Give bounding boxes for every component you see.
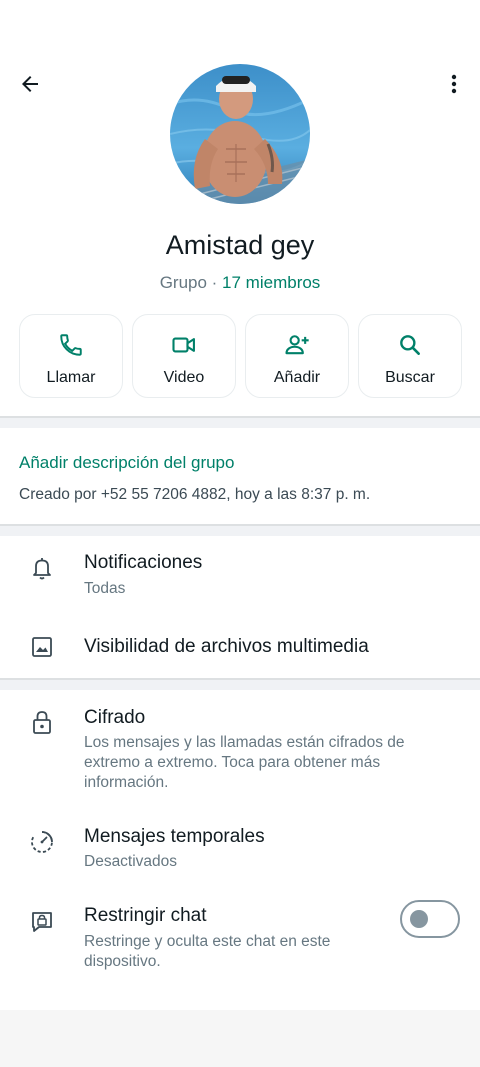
notifications-row[interactable]: Notificaciones Todas bbox=[0, 536, 480, 612]
group-avatar[interactable] bbox=[170, 64, 310, 204]
system-navigation-area bbox=[0, 1010, 480, 1067]
section-divider bbox=[0, 416, 480, 428]
more-options-button[interactable] bbox=[436, 66, 472, 102]
search-button[interactable]: Buscar bbox=[358, 314, 462, 398]
search-button-label: Buscar bbox=[385, 369, 435, 386]
group-type: Grupo bbox=[159, 273, 207, 292]
video-button-label: Video bbox=[163, 369, 205, 386]
group-photo bbox=[170, 64, 310, 204]
disappearing-messages-value: Desactivados bbox=[84, 853, 178, 870]
image-icon bbox=[32, 637, 52, 657]
restrict-chat-row[interactable]: Restringir chat Restringe y oculta este … bbox=[0, 886, 480, 986]
restrict-chat-description: Restringe y oculta este chat en este dis… bbox=[84, 933, 331, 970]
chat-lock-icon bbox=[32, 912, 52, 932]
phone-icon bbox=[60, 334, 82, 356]
group-subtitle: Grupo · 17 miembros bbox=[0, 273, 480, 293]
members-count-link[interactable]: 17 miembros bbox=[222, 273, 320, 292]
lock-icon bbox=[33, 711, 51, 734]
add-member-button-label: Añadir bbox=[273, 369, 321, 386]
notifications-value: Todas bbox=[84, 580, 126, 597]
arrow-left-icon bbox=[22, 76, 38, 92]
description-section: Añadir descripción del grupo Creado por … bbox=[0, 428, 480, 524]
action-buttons-row: Llamar Video Añadir Buscar bbox=[19, 314, 462, 398]
add-description-link[interactable]: Añadir descripción del grupo bbox=[19, 453, 234, 473]
disappearing-messages-title: Mensajes temporales bbox=[84, 826, 265, 847]
back-button[interactable] bbox=[12, 66, 48, 102]
media-visibility-row[interactable]: Visibilidad de archivos multimedia bbox=[0, 614, 480, 678]
disappearing-messages-row[interactable]: Mensajes temporales Desactivados bbox=[0, 810, 480, 882]
search-icon bbox=[400, 335, 420, 355]
encryption-description: Los mensajes y las llamadas están cifrad… bbox=[84, 734, 405, 791]
add-member-button[interactable]: Añadir bbox=[245, 314, 349, 398]
call-button-label: Llamar bbox=[46, 369, 96, 386]
notifications-title: Notificaciones bbox=[84, 552, 203, 573]
video-button[interactable]: Video bbox=[132, 314, 236, 398]
section-divider bbox=[0, 524, 480, 536]
restrict-chat-toggle[interactable] bbox=[400, 900, 460, 938]
toggle-knob bbox=[410, 910, 428, 928]
timer-icon bbox=[31, 831, 53, 853]
video-icon bbox=[172, 337, 195, 353]
encryption-row[interactable]: Cifrado Los mensajes y las llamadas está… bbox=[0, 690, 480, 806]
encryption-title: Cifrado bbox=[84, 707, 146, 728]
subtitle-separator: · bbox=[206, 273, 223, 292]
restrict-chat-title: Restringir chat bbox=[84, 905, 207, 926]
media-visibility-title: Visibilidad de archivos multimedia bbox=[84, 636, 369, 657]
more-vertical-icon bbox=[451, 74, 457, 94]
add-person-icon bbox=[285, 335, 309, 355]
bell-icon bbox=[33, 558, 51, 580]
section-divider bbox=[0, 678, 480, 690]
created-by-text: Creado por +52 55 7206 4882, hoy a las 8… bbox=[19, 486, 371, 503]
call-button[interactable]: Llamar bbox=[19, 314, 123, 398]
group-name: Amistad gey bbox=[165, 230, 315, 260]
